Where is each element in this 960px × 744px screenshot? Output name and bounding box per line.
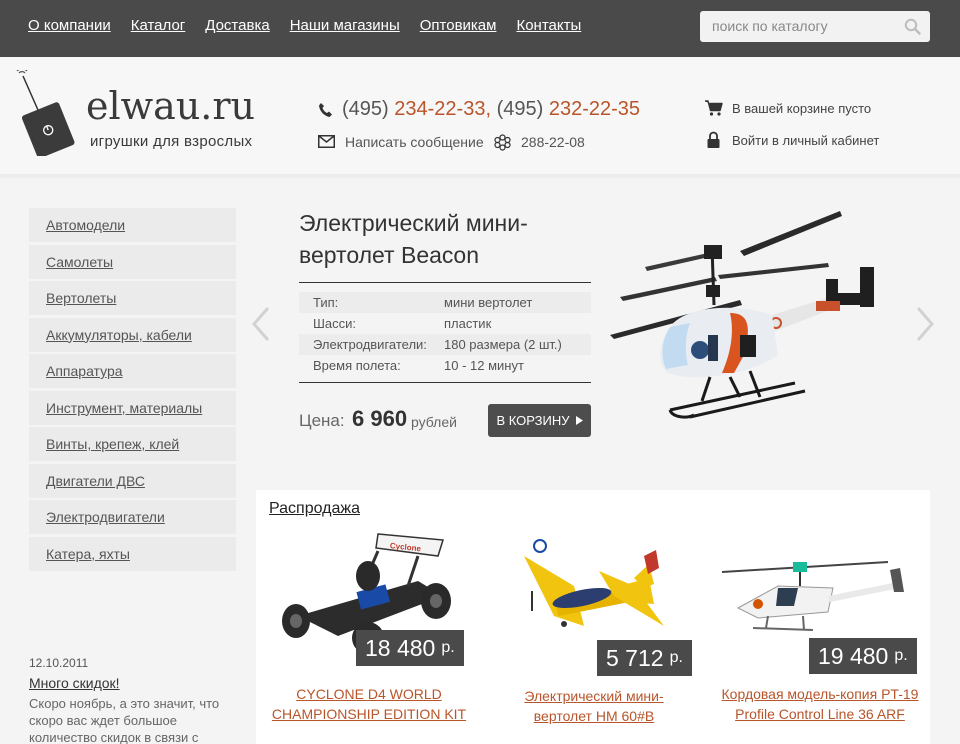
featured-product-title[interactable]: Электрический мини-вертолет Beacon: [299, 207, 589, 271]
sidebar-item-label[interactable]: Винты, крепеж, клей: [46, 436, 179, 452]
play-triangle-icon: [575, 416, 583, 425]
price-value: 6 960: [352, 406, 408, 431]
phone-numbers: (495) 234-22-33, (495) 232-22-35: [342, 98, 640, 121]
spec-row: Время полета: 10 - 12 минут: [299, 355, 591, 376]
logo-remote-icon[interactable]: [16, 70, 76, 156]
sale-title-link[interactable]: Распродажа: [269, 500, 360, 518]
sidebar-item-label[interactable]: Электродвигатели: [46, 509, 165, 525]
logo-text[interactable]: elwau.ru: [86, 87, 255, 125]
news-date: 12.10.2011: [29, 656, 89, 670]
sidebar-item-engines[interactable]: Двигатели ДВС: [29, 463, 236, 498]
add-to-cart-label: В КОРЗИНУ: [496, 413, 570, 428]
sidebar-item-radio[interactable]: Аппаратура: [29, 354, 236, 388]
sidebar-item-label[interactable]: Аккумуляторы, кабели: [46, 327, 192, 343]
spec-value: 180 размера (2 шт.): [444, 337, 562, 352]
sidebar-item-label[interactable]: Аппаратура: [46, 363, 123, 379]
phone-icon: [319, 103, 332, 117]
svg-text:Cyclone: Cyclone: [389, 541, 421, 553]
spec-value: 10 - 12 минут: [444, 358, 524, 373]
nav-link-contacts[interactable]: Контакты: [516, 17, 581, 34]
price-currency: рублей: [411, 414, 457, 430]
featured-helicopter-image[interactable]: [590, 205, 890, 430]
login-link[interactable]: Войти в личный кабинет: [732, 133, 879, 148]
sale-price: 18 480: [365, 634, 436, 661]
nav-link-catalog[interactable]: Каталог: [131, 17, 186, 34]
spec-value: пластик: [444, 316, 492, 331]
icq-number: 288-22-08: [521, 134, 585, 150]
add-to-cart-button[interactable]: В КОРЗИНУ: [488, 404, 591, 437]
slider-next-arrow-icon[interactable]: [914, 306, 936, 342]
mail-icon: [318, 135, 335, 148]
yellow-plane-image[interactable]: [514, 526, 684, 646]
sidebar-item-cars[interactable]: Автомодели: [29, 208, 236, 242]
white-helicopter-image[interactable]: [718, 526, 918, 641]
search-icon[interactable]: [904, 18, 921, 35]
sidebar-item-helicopters[interactable]: Вертолеты: [29, 281, 236, 315]
spec-row: Тип: мини вертолет: [299, 292, 591, 313]
search-input[interactable]: [712, 18, 892, 34]
news-text: Скоро ноябрь, а это значит, что скоро ва…: [29, 696, 220, 744]
nav-link-wholesale[interactable]: Оптовикам: [420, 17, 497, 34]
spec-key: Время полета:: [313, 358, 401, 373]
sale-price: 19 480: [818, 642, 889, 669]
sidebar-item-planes[interactable]: Самолеты: [29, 244, 236, 279]
spec-value: мини вертолет: [444, 295, 533, 310]
sidebar-item-label[interactable]: Катера, яхты: [46, 546, 130, 562]
slider-prev-arrow-icon[interactable]: [250, 306, 272, 342]
sale-price-tag: 19 480 р.: [809, 638, 917, 674]
write-message-link[interactable]: Написать сообщение: [345, 134, 484, 150]
cart-status[interactable]: В вашей корзине пусто: [732, 101, 871, 116]
nav-link-delivery[interactable]: Доставка: [205, 17, 269, 34]
sidebar-item-boats[interactable]: Катера, яхты: [29, 536, 236, 571]
phone-prefix-1: (495): [342, 98, 389, 120]
sale-price-unit: р.: [669, 649, 683, 666]
sale-price-unit: р.: [441, 639, 455, 656]
sale-item-name-link[interactable]: Электрический мини-вертолет HM 60#B: [514, 686, 674, 726]
sale-price-unit: р.: [894, 647, 908, 664]
spec-key: Тип:: [313, 295, 339, 310]
sidebar-item-label[interactable]: Инструмент, материалы: [46, 400, 202, 416]
phone-number-1[interactable]: 234-22-33,: [394, 98, 491, 120]
phone-number-2[interactable]: 232-22-35: [549, 98, 640, 120]
spec-key: Шасси:: [313, 316, 357, 331]
sale-item-name-link[interactable]: CYCLONE D4 WORLD CHAMPIONSHIP EDITION KI…: [264, 684, 474, 724]
sale-item-name-link[interactable]: Кордовая модель-копия PT-19 Profile Cont…: [720, 684, 920, 724]
sale-price-tag: 18 480 р.: [356, 630, 464, 666]
sidebar-item-label[interactable]: Двигатели ДВС: [46, 473, 145, 489]
news-title-link[interactable]: Много скидок!: [29, 675, 120, 691]
sidebar-item-tools[interactable]: Инструмент, материалы: [29, 390, 236, 425]
price-label: Цена:: [299, 411, 345, 430]
lock-icon: [707, 131, 720, 148]
nav-link-about[interactable]: О компании: [28, 17, 111, 34]
sale-price: 5 712: [606, 644, 664, 671]
sidebar-item-screws[interactable]: Винты, крепеж, клей: [29, 427, 236, 461]
spec-key: Электродвигатели:: [313, 337, 427, 352]
spec-row: Шасси: пластик: [299, 313, 591, 334]
spec-row: Электродвигатели: 180 размера (2 шт.): [299, 334, 591, 355]
sidebar-item-label[interactable]: Самолеты: [46, 254, 113, 270]
sidebar-item-batteries[interactable]: Аккумуляторы, кабели: [29, 317, 236, 352]
site-header: elwau.ru игрушки для взрослых (495) 234-…: [0, 57, 960, 178]
icq-flower-icon: [494, 134, 511, 151]
category-sidebar: Автомодели Самолеты Вертолеты Аккумулято…: [29, 208, 236, 573]
sidebar-item-motors[interactable]: Электродвигатели: [29, 500, 236, 534]
sale-price-tag: 5 712 р.: [597, 640, 692, 676]
sidebar-item-label[interactable]: Автомодели: [46, 217, 125, 233]
nav-link-stores[interactable]: Наши магазины: [290, 17, 400, 34]
cart-icon[interactable]: [705, 100, 723, 116]
top-navigation-bar: О компании Каталог Доставка Наши магазин…: [0, 0, 960, 57]
search-box: [700, 11, 930, 42]
sale-section: Распродажа Cyclone 18 480 р. CYCLONE D4 W…: [256, 490, 930, 744]
phone-prefix-2: (495): [496, 98, 544, 120]
logo-tagline: игрушки для взрослых: [90, 133, 253, 150]
featured-spec-table: Тип: мини вертолет Шасси: пластик Электрод…: [299, 282, 591, 383]
sidebar-item-label[interactable]: Вертолеты: [46, 290, 116, 306]
main-nav: О компании Каталог Доставка Наши магазин…: [28, 17, 581, 34]
